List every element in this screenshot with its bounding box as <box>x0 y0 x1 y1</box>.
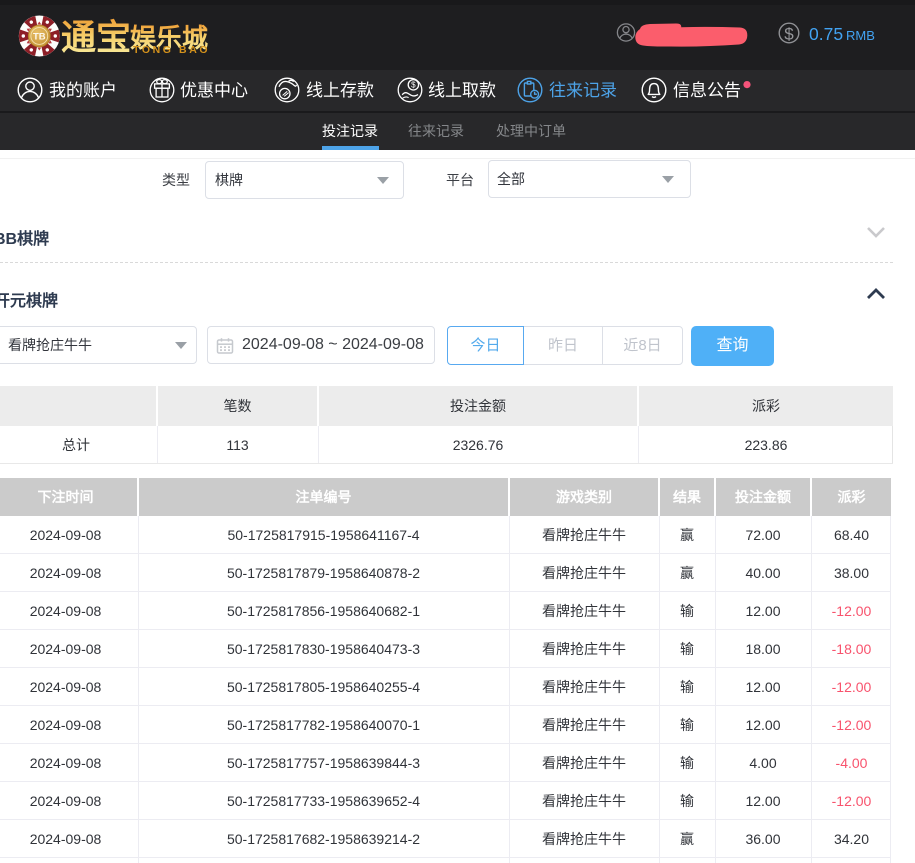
svg-text:TB: TB <box>33 32 46 43</box>
svg-text:通宝: 通宝 <box>61 19 131 58</box>
svg-text:$: $ <box>784 25 794 44</box>
svg-text:TONG BAO: TONG BAO <box>133 44 210 56</box>
svg-text:$: $ <box>411 81 416 90</box>
svg-text:0.75: 0.75 <box>809 24 843 44</box>
svg-text:RMB: RMB <box>846 28 875 43</box>
